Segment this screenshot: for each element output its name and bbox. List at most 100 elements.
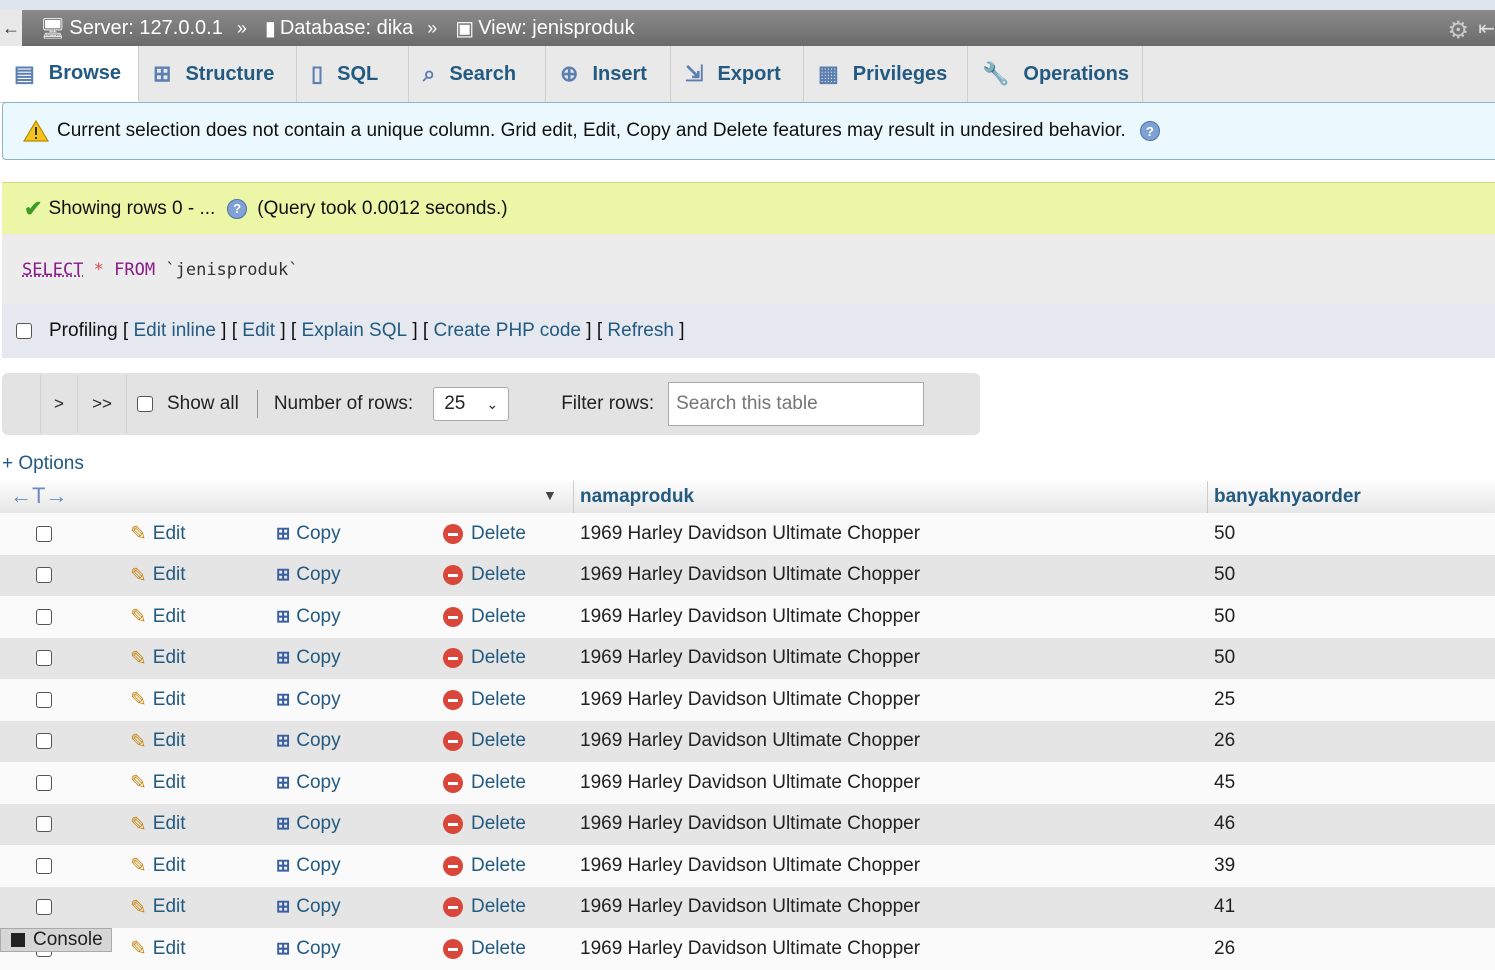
cell-namaproduk[interactable]: 1969 Harley Davidson Ultimate Chopper [580, 730, 920, 752]
show-all-checkbox[interactable] [137, 396, 153, 412]
filter-rows-input[interactable] [668, 382, 925, 426]
row-edit-button[interactable]: ✎ Edit [130, 521, 186, 546]
row-delete-button[interactable]: Delete [443, 564, 526, 586]
row-checkbox[interactable] [36, 608, 52, 625]
row-delete-button[interactable]: Delete [443, 647, 526, 669]
cell-namaproduk[interactable]: 1969 Harley Davidson Ultimate Chopper [580, 896, 920, 918]
tab-structure[interactable]: ⊞ Structure [139, 46, 297, 102]
row-checkbox[interactable] [36, 774, 52, 791]
row-delete-button[interactable]: Delete [443, 855, 526, 877]
row-edit-button[interactable]: ✎ Edit [130, 729, 186, 754]
row-copy-button[interactable]: ⊞ Copy [276, 855, 341, 877]
create-php-code-link[interactable]: Create PHP code [433, 320, 581, 342]
row-checkbox[interactable] [36, 567, 52, 584]
options-link[interactable]: + Options [2, 453, 84, 475]
row-edit-button[interactable]: ✎ Edit [130, 770, 186, 795]
row-edit-button[interactable]: ✎ Edit [130, 646, 186, 671]
cell-namaproduk[interactable]: 1969 Harley Davidson Ultimate Chopper [580, 689, 920, 711]
cell-banyaknyaorder[interactable]: 50 [1214, 523, 1235, 545]
row-edit-button[interactable]: ✎ Edit [130, 895, 186, 920]
rows-select[interactable]: 25 ⌄ [433, 387, 510, 421]
row-copy-button[interactable]: ⊞ Copy [276, 606, 341, 628]
help-icon[interactable]: ? [227, 198, 248, 219]
cell-namaproduk[interactable]: 1969 Harley Davidson Ultimate Chopper [580, 564, 920, 586]
showing-rows-text: Showing rows 0 - ... [48, 197, 216, 219]
cell-namaproduk[interactable]: 1969 Harley Davidson Ultimate Chopper [580, 813, 920, 835]
column-header-banyaknyaorder[interactable]: banyaknyaorder [1214, 486, 1361, 508]
cell-namaproduk[interactable]: 1969 Harley Davidson Ultimate Chopper [580, 938, 920, 960]
row-copy-button[interactable]: ⊞ Copy [276, 896, 341, 918]
gear-icon[interactable]: ⚙ [1447, 16, 1469, 45]
row-delete-button[interactable]: Delete [443, 813, 526, 835]
cell-namaproduk[interactable]: 1969 Harley Davidson Ultimate Chopper [580, 772, 920, 794]
row-delete-button[interactable]: Delete [443, 730, 526, 752]
help-icon[interactable]: ? [1139, 121, 1160, 141]
row-delete-button[interactable]: Delete [443, 772, 526, 794]
row-checkbox[interactable] [36, 650, 52, 667]
row-checkbox[interactable] [36, 899, 52, 916]
next-page-button[interactable]: > [40, 375, 78, 433]
row-edit-button[interactable]: ✎ Edit [130, 812, 186, 837]
cell-banyaknyaorder[interactable]: 39 [1214, 855, 1235, 877]
cell-namaproduk[interactable]: 1969 Harley Davidson Ultimate Chopper [580, 606, 920, 628]
row-edit-button[interactable]: ✎ Edit [130, 687, 186, 712]
breadcrumb-database[interactable]: ▮ Database: dika [265, 16, 413, 41]
cell-banyaknyaorder[interactable]: 41 [1214, 896, 1235, 918]
refresh-link[interactable]: Refresh [607, 320, 674, 342]
breadcrumb-view[interactable]: ▣ View: jenisproduk [455, 16, 634, 41]
cell-banyaknyaorder[interactable]: 25 [1214, 689, 1235, 711]
tab-export[interactable]: ⇲ Export [671, 46, 804, 102]
cell-namaproduk[interactable]: 1969 Harley Davidson Ultimate Chopper [580, 523, 920, 545]
cell-namaproduk[interactable]: 1969 Harley Davidson Ultimate Chopper [580, 855, 920, 877]
edit-link[interactable]: Edit [242, 320, 275, 342]
tab-search[interactable]: ⌕ Search [409, 46, 546, 102]
tab-operations[interactable]: 🔧 Operations [968, 46, 1143, 102]
collapse-arrow-icon[interactable]: ⇤ [1478, 16, 1495, 41]
row-checkbox[interactable] [36, 816, 52, 833]
row-edit-button[interactable]: ✎ Edit [130, 604, 186, 629]
sql-keyword-select[interactable]: SELECT [22, 260, 83, 280]
cell-banyaknyaorder[interactable]: 26 [1214, 730, 1235, 752]
cell-banyaknyaorder[interactable]: 45 [1214, 772, 1235, 794]
tab-sql[interactable]: ▯ SQL [297, 46, 409, 102]
row-copy-button[interactable]: ⊞ Copy [276, 689, 341, 711]
tab-browse[interactable]: ▤ Browse [0, 46, 139, 102]
cell-banyaknyaorder[interactable]: 46 [1214, 813, 1235, 835]
cell-banyaknyaorder[interactable]: 50 [1214, 606, 1235, 628]
column-header-namaproduk[interactable]: namaproduk [580, 486, 694, 508]
row-delete-button[interactable]: Delete [443, 938, 526, 960]
tab-insert[interactable]: ⊕ Insert [546, 46, 671, 102]
cell-banyaknyaorder[interactable]: 50 [1214, 564, 1235, 586]
back-arrow-icon[interactable]: ← [0, 10, 22, 46]
cell-banyaknyaorder[interactable]: 26 [1214, 938, 1235, 960]
row-copy-button[interactable]: ⊞ Copy [276, 813, 341, 835]
cell-namaproduk[interactable]: 1969 Harley Davidson Ultimate Chopper [580, 647, 920, 669]
explain-sql-link[interactable]: Explain SQL [301, 320, 407, 342]
row-copy-button[interactable]: ⊞ Copy [276, 730, 341, 752]
row-copy-button[interactable]: ⊞ Copy [276, 647, 341, 669]
sort-dropdown-icon[interactable]: ▼ [543, 487, 557, 503]
cell-banyaknyaorder[interactable]: 50 [1214, 647, 1235, 669]
breadcrumb-server[interactable]: 🖥 Server: 127.0.0.1 [40, 16, 223, 41]
tab-privileges[interactable]: ▦ Privileges [804, 46, 968, 102]
row-copy-button[interactable]: ⊞ Copy [276, 772, 341, 794]
row-checkbox[interactable] [36, 691, 52, 708]
row-delete-button[interactable]: Delete [443, 896, 526, 918]
edit-inline-link[interactable]: Edit inline [134, 320, 216, 342]
row-edit-button[interactable]: ✎ Edit [130, 936, 186, 961]
row-edit-button[interactable]: ✎ Edit [130, 853, 186, 878]
row-delete-button[interactable]: Delete [443, 523, 526, 545]
console-button[interactable]: Console [0, 928, 112, 952]
row-edit-button[interactable]: ✎ Edit [130, 563, 186, 588]
row-checkbox[interactable] [36, 857, 52, 874]
last-page-button[interactable]: >> [78, 375, 127, 433]
row-copy-button[interactable]: ⊞ Copy [276, 564, 341, 586]
row-copy-button[interactable]: ⊞ Copy [276, 938, 341, 960]
row-checkbox[interactable] [36, 525, 52, 542]
row-copy-button[interactable]: ⊞ Copy [276, 523, 341, 545]
row-delete-button[interactable]: Delete [443, 689, 526, 711]
row-delete-button[interactable]: Delete [443, 606, 526, 628]
row-checkbox[interactable] [36, 733, 52, 750]
profiling-checkbox[interactable] [16, 323, 32, 339]
column-resize-icon[interactable]: ←T→ [10, 483, 67, 509]
